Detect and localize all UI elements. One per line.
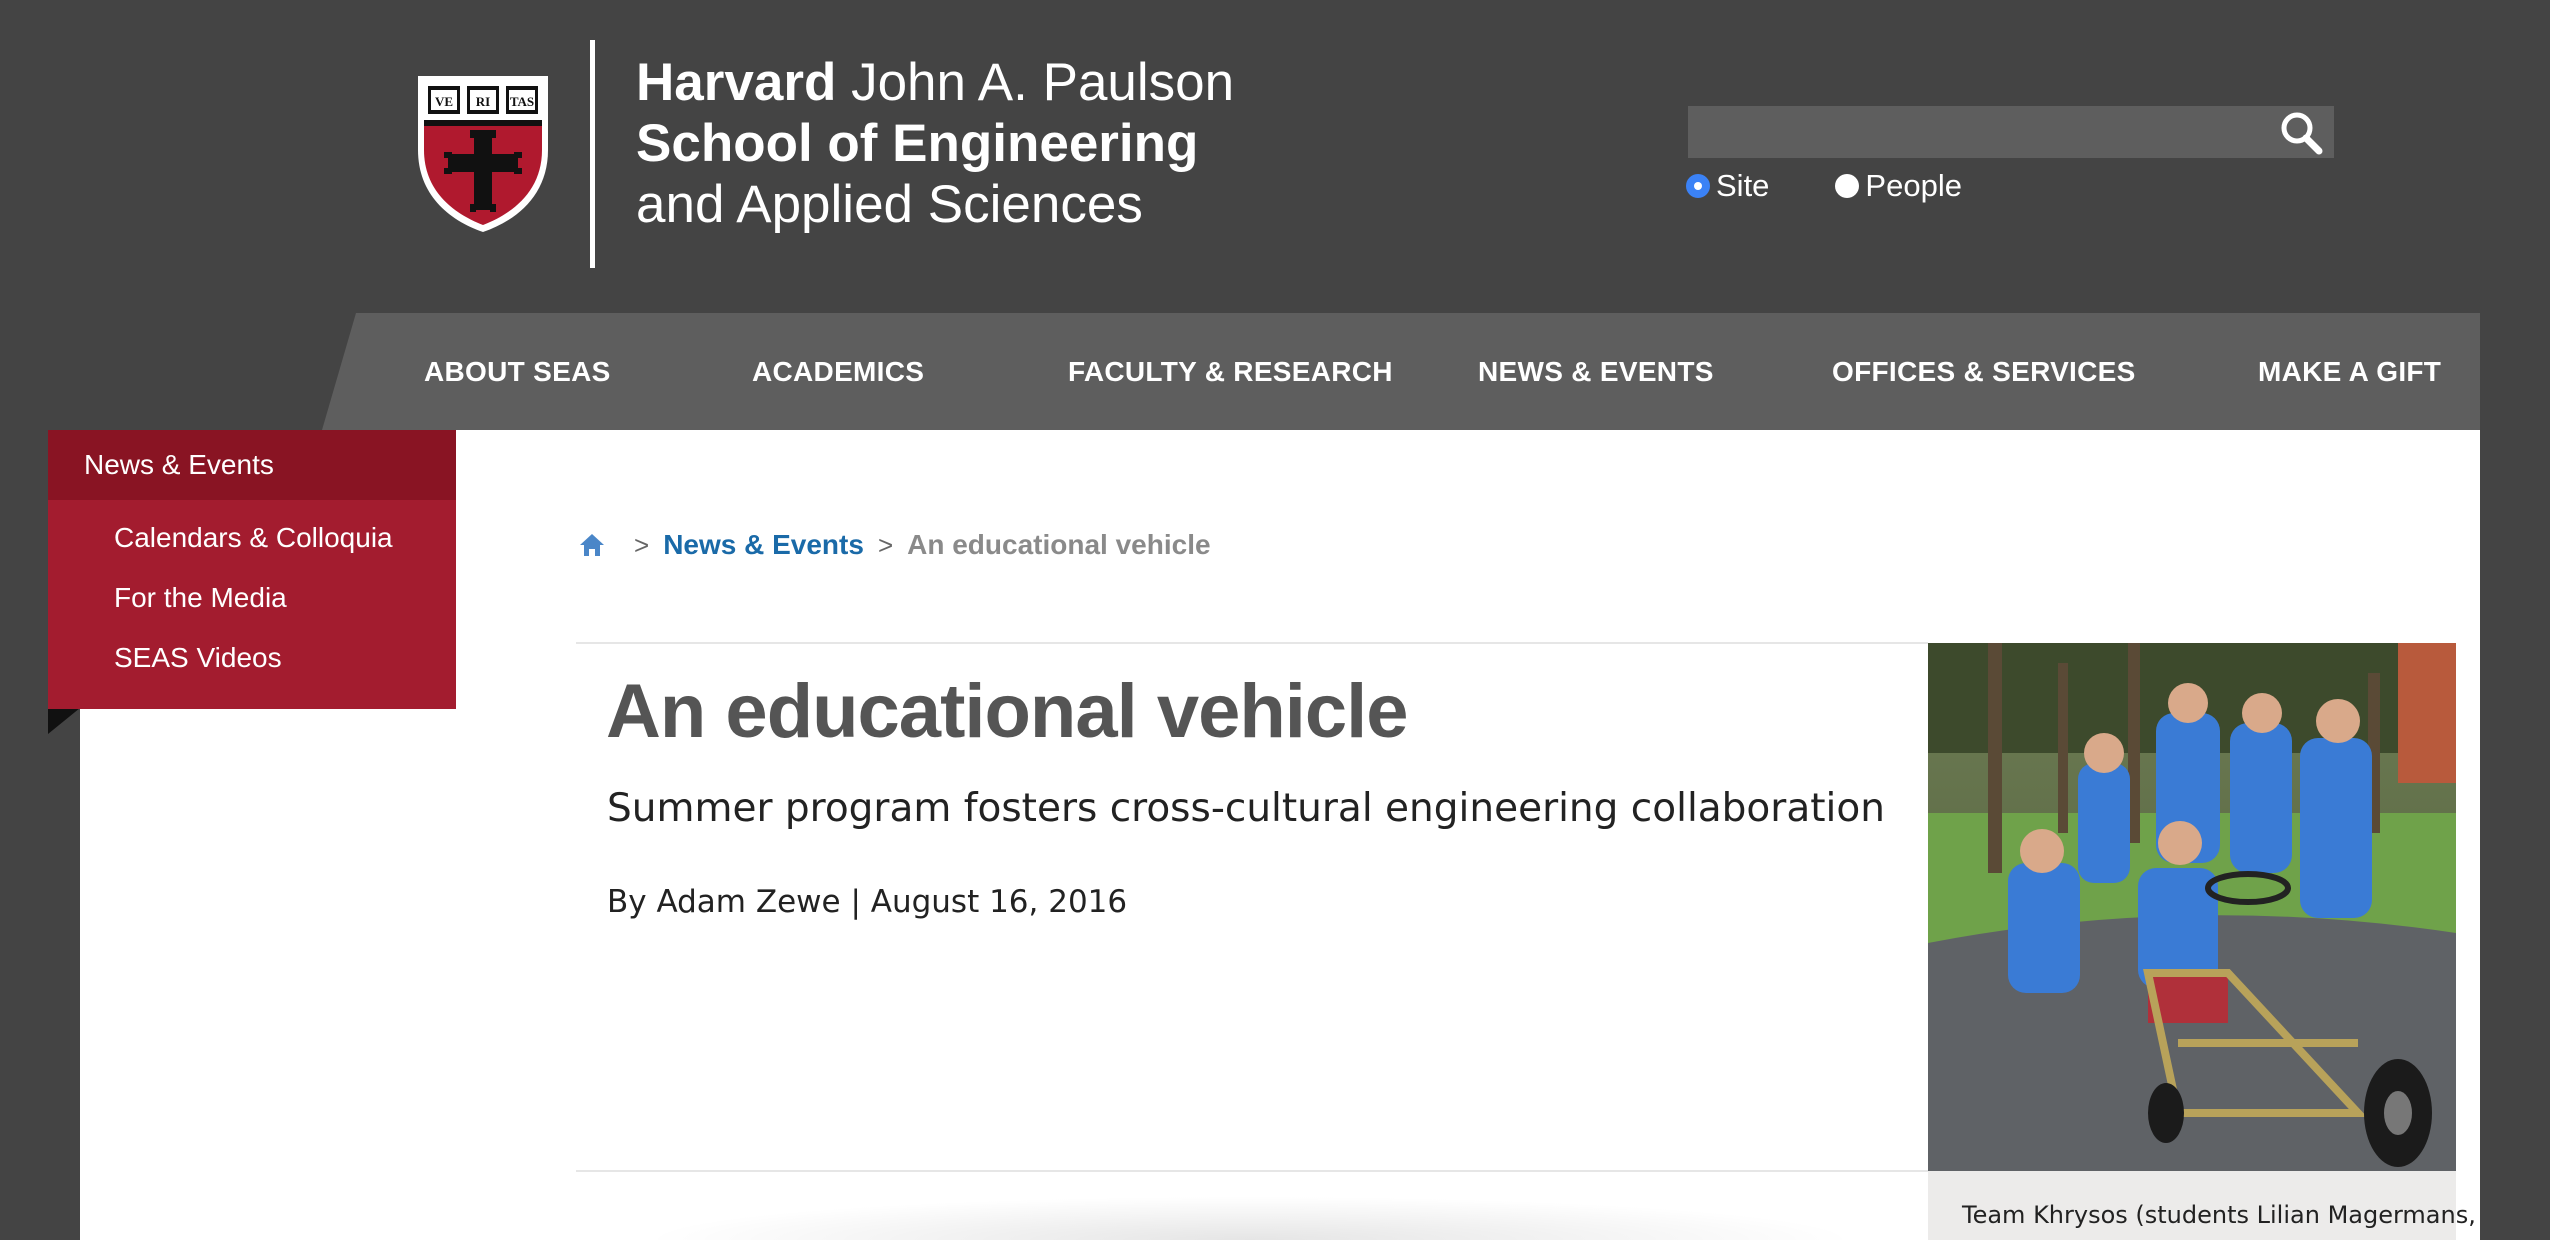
scope-site-label: Site [1716,168,1770,203]
radio-checked-icon[interactable] [1686,174,1710,198]
shield-text: VE [435,94,453,109]
sidenav-heading[interactable]: News & Events [48,430,456,500]
scope-people-label: People [1865,168,1962,203]
section-sidenav: News & Events Calendars & Colloquia For … [48,430,456,709]
nav-news-events[interactable]: NEWS & EVENTS [1478,313,1714,430]
wordmark-line-2: School of Engineering [636,114,1199,173]
article-title: An educational vehicle [606,669,1409,754]
sidenav-list: Calendars & Colloquia For the Media SEAS… [48,500,456,688]
school-wordmark[interactable]: Harvard John A. Paulson School of Engine… [636,52,1234,235]
photo-caption-text: Team Khrysos (students Lilian Magermans, [1962,1201,2476,1229]
article-subtitle: Summer program fosters cross-cultural en… [607,786,1885,831]
nav-academics[interactable]: ACADEMICS [752,313,924,430]
logo-divider [590,40,595,268]
scope-site-radio[interactable]: Site [1686,168,1769,204]
search-input[interactable] [1688,106,2278,158]
shield-text: TAS [510,94,534,109]
sidenav-item-videos[interactable]: SEAS Videos [48,628,456,688]
nav-offices-services[interactable]: OFFICES & SERVICES [1832,313,2136,430]
chevron-right-icon: > [634,529,650,560]
article-divider-bottom [576,1170,1928,1172]
scope-people-radio[interactable]: People [1835,168,1962,204]
article-byline: By Adam Zewe | August 16, 2016 [607,884,1128,920]
search-icon[interactable] [2278,110,2324,156]
breadcrumb: > News & Events > An educational vehicle [578,522,1211,568]
sidenav-item-calendars[interactable]: Calendars & Colloquia [48,508,456,568]
search-scope-group: Site People [1686,166,2028,206]
article-body-shadow [640,1196,1860,1240]
wordmark-harvard: Harvard [636,53,837,112]
search-box [1688,106,2334,158]
radio-unchecked-icon[interactable] [1835,174,1860,198]
photo-caption: Team Khrysos (students Lilian Magermans, [1928,1171,2476,1240]
shield-text: RI [476,94,490,109]
main-nav: ABOUT SEAS ACADEMICS FACULTY & RESEARCH … [322,313,2480,430]
sidenav-item-media[interactable]: For the Media [48,568,456,628]
article-divider-top [576,642,1928,644]
nav-faculty-research[interactable]: FACULTY & RESEARCH [1068,313,1393,430]
harvard-seas-shield-icon[interactable]: VE RI TAS [414,72,552,234]
breadcrumb-current: An educational vehicle [907,529,1211,560]
chevron-right-icon: > [877,529,894,560]
nav-make-a-gift[interactable]: MAKE A GIFT [2258,313,2441,430]
home-icon[interactable] [578,531,606,559]
nav-about-seas[interactable]: ABOUT SEAS [424,313,611,430]
article-photo[interactable] [1928,643,2456,1171]
wordmark-line-3: and Applied Sciences [636,175,1143,234]
wordmark-paulson: John A. Paulson [836,53,1235,112]
wordmark-line-1: Harvard John A. Paulson [636,52,1234,113]
breadcrumb-link-news-events[interactable]: News & Events [663,529,864,561]
sidenav-fold-shadow [48,708,80,734]
